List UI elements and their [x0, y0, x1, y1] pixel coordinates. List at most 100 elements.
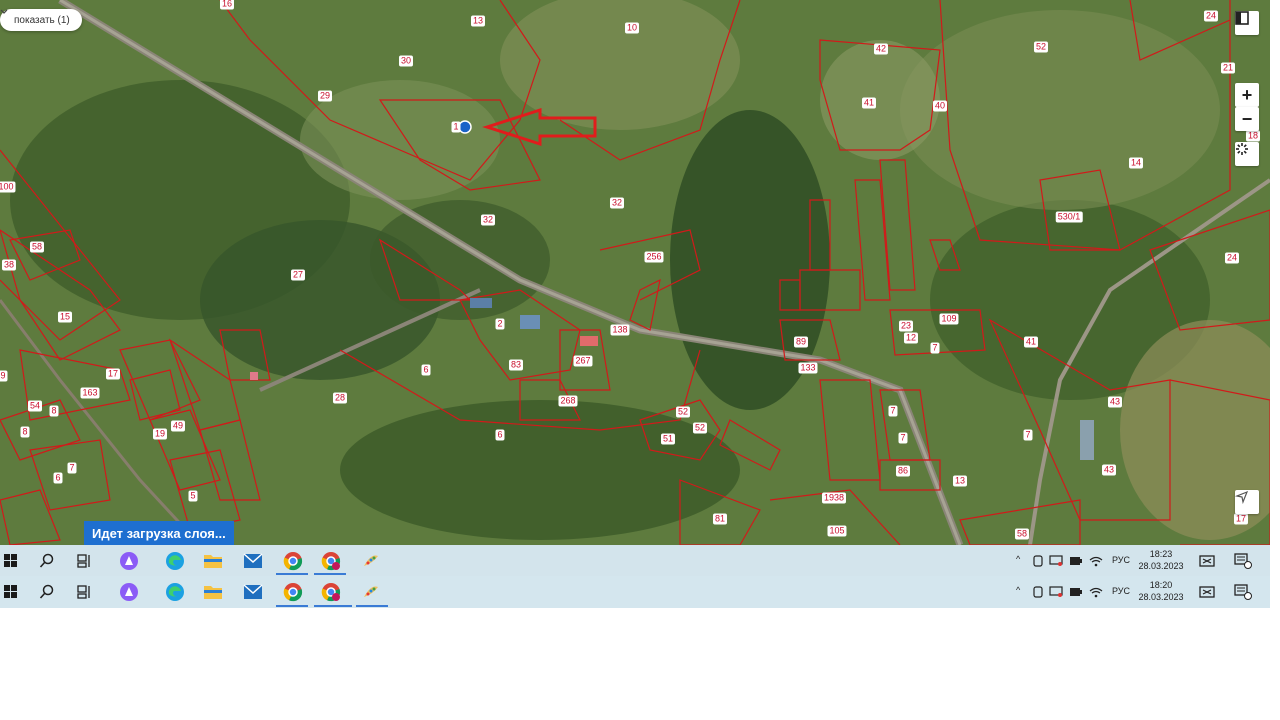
alice-icon[interactable] — [118, 550, 140, 572]
plot-number-label: 7 — [930, 342, 940, 354]
tray-display-icon[interactable] — [1048, 550, 1064, 572]
clock-time: 18:20 — [1149, 580, 1173, 590]
plot-number-label: 133 — [798, 362, 818, 374]
plot-number-label: 21 — [1220, 62, 1236, 74]
show-hidden-icons-icon[interactable]: ^ — [1016, 554, 1020, 564]
paint-active-indicator — [356, 605, 388, 607]
language-indicator[interactable]: РУС — [1112, 586, 1130, 596]
language-indicator[interactable]: РУС — [1112, 555, 1130, 565]
paint-icon[interactable] — [360, 581, 382, 603]
file-explorer-icon[interactable] — [202, 550, 224, 572]
plot-number-label: 105 — [827, 525, 847, 537]
plot-number-label: 256 — [644, 251, 664, 263]
file-explorer-icon[interactable] — [202, 581, 224, 603]
search-icon[interactable] — [36, 581, 58, 603]
plot-number-label: 54 — [27, 400, 43, 412]
plot-number-label: 1 — [451, 121, 461, 133]
plot-number-label: 16 — [219, 0, 235, 10]
clock[interactable]: 18:23 28.03.2023 — [1133, 548, 1189, 572]
plot-number-label: 83 — [508, 359, 524, 371]
chrome-profile-icon[interactable] — [320, 550, 342, 572]
location-marker[interactable] — [458, 120, 472, 134]
layer-loading-indicator: Идет загрузка слоя... — [84, 521, 234, 545]
edge-icon[interactable] — [164, 550, 186, 572]
plot-number-label: 15 — [57, 311, 73, 323]
plot-number-label: 268 — [558, 395, 578, 407]
keyboard-icon[interactable] — [1196, 550, 1218, 572]
plot-number-label: 23 — [898, 320, 914, 332]
edge-icon[interactable] — [164, 581, 186, 603]
chrome-icon[interactable] — [282, 550, 304, 572]
battery-icon[interactable] — [1068, 581, 1084, 603]
chrome-profile-active-indicator — [314, 573, 346, 575]
plot-number-label: 12 — [903, 332, 919, 344]
plot-number-label: 24 — [1224, 252, 1240, 264]
layers-icon[interactable] — [1235, 11, 1259, 35]
show-hidden-icons-icon[interactable]: ^ — [1016, 585, 1020, 595]
tray-app-icon[interactable] — [1030, 550, 1046, 572]
satellite-map[interactable]: 16 13 10 30 29 1 42 41 40 52 24 21 18 14 530/1 24 32 32 25… — [0, 0, 1270, 545]
windows-start-icon[interactable] — [0, 550, 22, 572]
clock-date: 28.03.2023 — [1138, 592, 1184, 602]
plot-number-label: 100 — [0, 181, 16, 193]
plot-number-label: 8 — [49, 405, 59, 417]
plot-number-label: 5 — [188, 490, 198, 502]
battery-icon[interactable] — [1068, 550, 1084, 572]
plot-number-label: 42 — [873, 43, 889, 55]
show-results-label: показать (1) — [14, 14, 70, 26]
zoom-out-button[interactable]: − — [1235, 107, 1259, 131]
plot-number-label: 58 — [1014, 528, 1030, 540]
loading-spinner-icon[interactable] — [1235, 142, 1259, 166]
clock-date: 28.03.2023 — [1138, 561, 1184, 571]
plot-number-label: 49 — [170, 420, 186, 432]
tray-app-icon[interactable] — [1030, 581, 1046, 603]
paint-icon[interactable] — [360, 550, 382, 572]
plot-number-label: 29 — [317, 90, 333, 102]
plot-number-label: 2 — [495, 318, 505, 330]
mail-icon[interactable] — [242, 550, 264, 572]
locate-me-icon[interactable] — [1235, 490, 1259, 514]
clock-time: 18:23 — [1149, 549, 1173, 559]
wifi-icon[interactable] — [1088, 550, 1104, 572]
zoom-in-button[interactable]: + — [1235, 83, 1259, 107]
plot-number-label: 9 — [0, 370, 8, 382]
windows-start-icon[interactable] — [0, 581, 22, 603]
plot-number-label: 17 — [105, 368, 121, 380]
keyboard-icon[interactable] — [1196, 581, 1218, 603]
plot-number-label: 52 — [1033, 41, 1049, 53]
plot-number-label: 530/1 — [1055, 211, 1083, 223]
wifi-icon[interactable] — [1088, 581, 1104, 603]
plot-number-label: 163 — [80, 387, 100, 399]
plot-number-label: 81 — [712, 513, 728, 525]
plot-number-label: 30 — [398, 55, 414, 67]
chrome-icon[interactable] — [282, 581, 304, 603]
plot-number-label: 7 — [67, 462, 77, 474]
alice-icon[interactable] — [118, 581, 140, 603]
task-view-icon[interactable] — [74, 550, 96, 572]
chrome-active-indicator — [276, 573, 308, 575]
show-results-button[interactable]: показать (1) — [0, 9, 82, 31]
task-view-icon[interactable] — [74, 581, 96, 603]
chrome-profile-icon[interactable] — [320, 581, 342, 603]
notifications-icon[interactable] — [1232, 581, 1254, 603]
plot-number-label: 109 — [939, 313, 959, 325]
plot-number-label: 7 — [1023, 429, 1033, 441]
plot-number-label: 6 — [495, 429, 505, 441]
clock[interactable]: 18:20 28.03.2023 — [1133, 579, 1189, 603]
plot-number-label: 7 — [888, 405, 898, 417]
plot-number-label: 52 — [675, 406, 691, 418]
plot-number-label: 8 — [20, 426, 30, 438]
search-icon[interactable] — [36, 550, 58, 572]
taskbar-bottom: ^ РУС 18:20 28.03.2023 — [0, 576, 1270, 608]
notifications-icon[interactable] — [1232, 550, 1254, 572]
chrome-active-indicator — [276, 605, 308, 607]
plot-number-label: 40 — [932, 100, 948, 112]
plot-number-label: 13 — [470, 15, 486, 27]
plot-number-label: 32 — [609, 197, 625, 209]
mail-icon[interactable] — [242, 581, 264, 603]
plot-number-label: 19 — [152, 428, 168, 440]
plot-number-label: 32 — [480, 214, 496, 226]
plot-number-label: 38 — [1, 259, 17, 271]
plot-number-label: 51 — [660, 433, 676, 445]
tray-display-icon[interactable] — [1048, 581, 1064, 603]
